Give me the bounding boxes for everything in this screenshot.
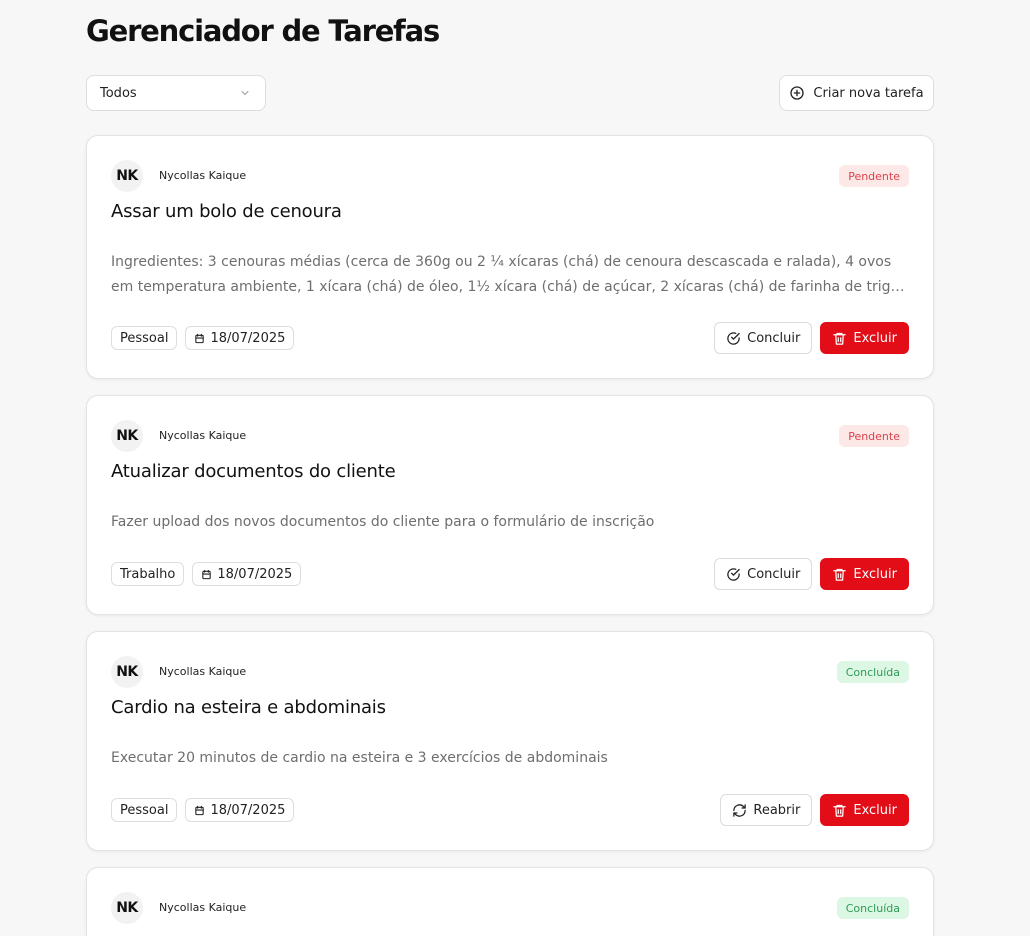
task-actions: Concluir Excluir (714, 322, 909, 354)
task-tags: Trabalho 18/07/2025 (111, 562, 302, 586)
task-actions: Concluir Excluir (714, 558, 909, 590)
task-card: NK Nycollas Kaique Pendente Assar um bol… (86, 135, 934, 379)
complete-button[interactable]: Concluir (714, 322, 813, 354)
task-author: Nycollas Kaique (159, 169, 247, 182)
status-badge: Pendente (839, 425, 909, 447)
plus-circle-icon (790, 86, 805, 100)
create-task-button[interactable]: Criar nova tarefa (779, 75, 934, 111)
task-title: Assar um bolo de cenoura (111, 201, 342, 222)
category-label: Pessoal (120, 802, 169, 818)
date-tag: 18/07/2025 (192, 562, 302, 586)
complete-button-label: Concluir (747, 330, 801, 346)
avatar: NK (111, 420, 143, 452)
date-label: 18/07/2025 (210, 330, 286, 346)
task-description: Fazer upload dos novos documentos do cli… (111, 514, 655, 530)
reopen-button-label: Reabrir (753, 802, 801, 818)
avatar: NK (111, 160, 143, 192)
complete-button-label: Concluir (747, 566, 801, 582)
calendar-icon (195, 333, 205, 343)
calendar-icon (202, 569, 212, 579)
task-tags: Pessoal 18/07/2025 (111, 326, 295, 350)
task-title: Cardio na esteira e abdominais (111, 697, 386, 718)
category-tag: Trabalho (111, 562, 185, 586)
delete-button-label: Excluir (853, 330, 897, 346)
chevron-down-icon (241, 91, 249, 95)
task-title: Atualizar documentos do cliente (111, 461, 396, 482)
check-circle-icon (727, 567, 740, 581)
status-badge: Concluída (836, 897, 909, 919)
date-label: 18/07/2025 (217, 566, 293, 582)
trash-icon (833, 804, 847, 817)
task-card: NK Nycollas Kaique Pendente Atualizar do… (86, 395, 934, 615)
delete-button[interactable]: Excluir (820, 322, 909, 354)
task-card: NK Nycollas Kaique Concluída Cardio na e… (86, 631, 934, 851)
category-tag: Pessoal (111, 326, 178, 350)
task-description: Executar 20 minutos de cardio na esteira… (111, 750, 608, 766)
task-description: Ingredientes: 3 cenouras médias (cerca d… (111, 254, 904, 295)
task-actions: Reabrir Excluir (720, 794, 909, 826)
task-author: Nycollas Kaique (159, 665, 247, 678)
avatar: NK (111, 656, 143, 688)
calendar-icon (195, 805, 205, 815)
delete-button[interactable]: Excluir (820, 794, 909, 826)
complete-button[interactable]: Concluir (714, 558, 813, 590)
date-tag: 18/07/2025 (185, 326, 295, 350)
task-tags: Pessoal 18/07/2025 (111, 798, 295, 822)
reopen-button[interactable]: Reabrir (720, 794, 813, 826)
delete-button-label: Excluir (853, 566, 897, 582)
trash-icon (833, 568, 847, 581)
category-label: Pessoal (120, 330, 169, 346)
page-title: Gerenciador de Tarefas (86, 14, 440, 48)
status-badge: Concluída (836, 661, 909, 683)
avatar: NK (111, 892, 143, 924)
delete-button[interactable]: Excluir (820, 558, 909, 590)
status-filter-select[interactable]: Todos (86, 75, 266, 111)
task-card: NK Nycollas Kaique Concluída (86, 867, 934, 936)
refresh-icon (733, 803, 747, 817)
task-author: Nycollas Kaique (159, 429, 247, 442)
date-label: 18/07/2025 (210, 802, 286, 818)
category-label: Trabalho (120, 566, 176, 582)
create-task-label: Criar nova tarefa (813, 85, 924, 101)
task-manager-page: Gerenciador de Tarefas Todos Criar nova … (0, 0, 1030, 936)
filter-selected-value: Todos (100, 85, 137, 101)
category-tag: Pessoal (111, 798, 178, 822)
delete-button-label: Excluir (853, 802, 897, 818)
date-tag: 18/07/2025 (185, 798, 295, 822)
task-author: Nycollas Kaique (159, 901, 247, 914)
trash-icon (833, 332, 847, 345)
check-circle-icon (727, 331, 740, 345)
status-badge: Pendente (839, 165, 909, 187)
